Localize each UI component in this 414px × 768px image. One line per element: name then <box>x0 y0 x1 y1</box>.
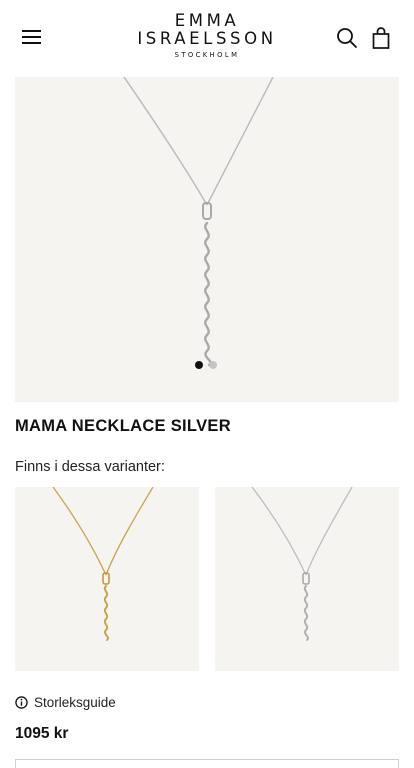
necklace-image <box>123 77 274 367</box>
brand-logo[interactable]: EMMA ISRAELSSON STOCKHOLM <box>112 11 302 60</box>
product-image-carousel[interactable] <box>15 77 399 402</box>
shopping-bag-icon[interactable] <box>370 26 392 50</box>
site-header: EMMA ISRAELSSON STOCKHOLM <box>0 0 414 76</box>
logo-line-3: STOCKHOLM <box>174 51 240 59</box>
info-icon <box>15 695 28 709</box>
variant-silver[interactable] <box>215 487 399 671</box>
carousel-dot-1[interactable] <box>195 361 203 369</box>
size-guide-label: Storleksguide <box>34 694 116 710</box>
carousel-dot-2[interactable] <box>209 361 217 369</box>
size-guide-link[interactable]: Storleksguide <box>15 693 116 711</box>
product-title: MAMA NECKLACE SILVER <box>15 417 231 435</box>
add-to-cart-button[interactable] <box>15 759 399 768</box>
silver-necklace-image <box>251 487 353 641</box>
variants-label: Finns i dessa varianter: <box>15 459 165 475</box>
logo-line-2: ISRAELSSON <box>137 29 277 48</box>
variant-gold[interactable] <box>15 487 199 671</box>
search-icon[interactable] <box>336 27 358 49</box>
product-price: 1095 kr <box>15 725 69 742</box>
logo-line-1: EMMA <box>174 11 240 30</box>
hamburger-menu-icon[interactable] <box>20 27 44 47</box>
carousel-pagination <box>195 360 221 370</box>
gold-necklace-image <box>52 487 154 641</box>
